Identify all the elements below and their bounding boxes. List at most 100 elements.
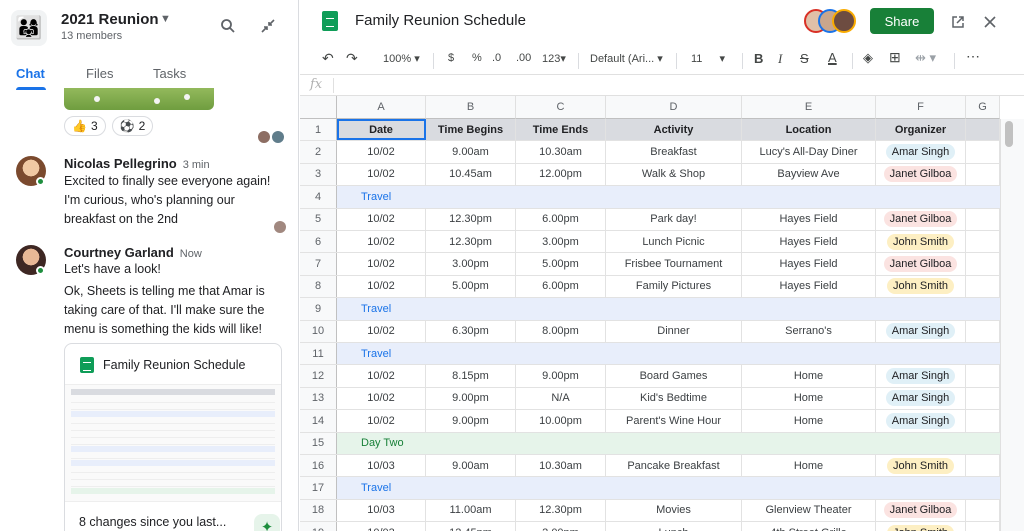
cell[interactable]: 12.30pm xyxy=(426,208,516,230)
reaction-thumbs-up[interactable]: 👍 3 xyxy=(64,116,106,136)
cell[interactable]: 10/02 xyxy=(337,141,426,163)
fill-color-icon[interactable]: ◈ xyxy=(863,50,873,66)
cell[interactable]: 10/02 xyxy=(337,208,426,230)
row-header[interactable]: 5 xyxy=(300,208,337,230)
row-header[interactable]: 2 xyxy=(300,141,337,163)
cell[interactable]: Janet Gilboa xyxy=(876,163,966,186)
cell[interactable]: Amar Singh xyxy=(876,141,966,163)
undo-icon[interactable]: ↶ xyxy=(322,50,334,67)
cell[interactable]: 9.00pm xyxy=(426,410,516,432)
cell[interactable]: Amar Singh xyxy=(876,410,966,432)
reaction-soccer-ball[interactable]: ⚽ 2 xyxy=(111,116,154,136)
collaborator-avatar[interactable] xyxy=(832,9,856,33)
header-cell[interactable]: Date xyxy=(337,119,426,141)
sparkle-icon[interactable]: ✦ xyxy=(254,514,280,531)
cell[interactable]: 10/03 xyxy=(337,522,426,531)
cell[interactable]: Hayes Field xyxy=(742,231,876,253)
cell[interactable] xyxy=(966,410,1000,432)
cell[interactable]: Janet Gilboa xyxy=(876,499,966,522)
cell[interactable]: 10/03 xyxy=(337,499,426,522)
row-header[interactable]: 9 xyxy=(300,298,337,320)
cell[interactable]: John Smith xyxy=(876,275,966,298)
cell[interactable]: 10/03 xyxy=(337,455,426,477)
section-label[interactable]: Day Two xyxy=(361,433,404,454)
row-header[interactable]: 1 xyxy=(300,119,337,141)
strikethrough-icon[interactable]: S xyxy=(800,51,809,66)
font-family-select[interactable]: Default (Ari... ▾ xyxy=(590,52,663,65)
font-size-select[interactable]: 11 ▾ xyxy=(691,52,725,65)
cell[interactable]: Lucy's All-Day Diner xyxy=(742,141,876,163)
spreadsheet-grid[interactable]: A B C D E F G 1 Date Time Begins Time Ends Activity… xyxy=(300,96,1024,531)
row-header[interactable]: 6 xyxy=(300,231,337,253)
currency-button[interactable]: $ xyxy=(448,52,454,64)
cell[interactable]: 6.00pm xyxy=(516,275,606,298)
cell[interactable]: Amar Singh xyxy=(876,320,966,342)
collapse-icon[interactable] xyxy=(256,14,280,38)
cell[interactable]: 9.00am xyxy=(426,141,516,163)
cell[interactable]: John Smith xyxy=(876,231,966,253)
cell[interactable]: Janet Gilboa xyxy=(876,208,966,230)
row-header[interactable]: 11 xyxy=(300,343,337,365)
cell[interactable]: 3.00pm xyxy=(516,231,606,253)
cell[interactable]: Pancake Breakfast xyxy=(606,455,742,477)
cell[interactable]: 10.00pm xyxy=(516,410,606,432)
cell[interactable]: 6.30pm xyxy=(426,320,516,342)
cell[interactable] xyxy=(966,119,1000,141)
cell[interactable]: 3.00pm xyxy=(426,253,516,275)
cell[interactable]: Walk & Shop xyxy=(606,163,742,186)
cell[interactable] xyxy=(966,141,1000,163)
chevron-down-icon[interactable]: ▼ xyxy=(160,13,171,25)
row-header[interactable]: 18 xyxy=(300,499,337,522)
cell[interactable] xyxy=(966,387,1000,410)
cell[interactable]: 10/02 xyxy=(337,253,426,275)
open-in-new-icon[interactable] xyxy=(948,12,968,32)
shared-photo[interactable] xyxy=(64,88,214,110)
cell[interactable]: 12.00pm xyxy=(516,163,606,186)
cell[interactable]: 12.45pm xyxy=(426,522,516,531)
cell[interactable]: Kid's Bedtime xyxy=(606,387,742,410)
cell[interactable]: 10/02 xyxy=(337,410,426,432)
row-header[interactable]: 10 xyxy=(300,320,337,342)
row-header[interactable]: 17 xyxy=(300,477,337,499)
cell[interactable] xyxy=(966,208,1000,230)
cell[interactable]: 10.45am xyxy=(426,163,516,186)
cell[interactable]: John Smith xyxy=(876,455,966,477)
row-header[interactable]: 8 xyxy=(300,275,337,298)
percent-button[interactable]: % xyxy=(472,52,482,64)
document-title[interactable]: Family Reunion Schedule xyxy=(355,12,526,29)
redo-icon[interactable]: ↷ xyxy=(346,50,358,67)
cell[interactable]: 10/02 xyxy=(337,365,426,387)
share-button[interactable]: Share xyxy=(870,8,934,34)
cell[interactable]: 11.00am xyxy=(426,499,516,522)
cell[interactable]: Dinner xyxy=(606,320,742,342)
cell[interactable]: 9.00am xyxy=(426,455,516,477)
decrease-decimal-button[interactable]: .0 xyxy=(492,52,501,64)
cell[interactable] xyxy=(966,320,1000,342)
cell[interactable]: N/A xyxy=(516,387,606,410)
cell[interactable]: 10/02 xyxy=(337,163,426,186)
merge-cells-icon[interactable]: ⇹ ▾ xyxy=(915,50,936,66)
row-header[interactable]: 14 xyxy=(300,410,337,432)
column-header-a[interactable]: A xyxy=(337,96,426,119)
tab-chat[interactable]: Chat xyxy=(16,66,45,81)
group-avatar[interactable]: 👨‍👩‍👧 xyxy=(11,10,47,46)
column-header-g[interactable]: G xyxy=(966,96,1000,119)
cell[interactable]: 12.30pm xyxy=(426,231,516,253)
cell[interactable]: Amar Singh xyxy=(876,387,966,410)
section-label[interactable]: Travel xyxy=(361,186,391,207)
tab-files[interactable]: Files xyxy=(86,66,113,81)
row-header[interactable]: 3 xyxy=(300,163,337,186)
section-label[interactable]: Travel xyxy=(361,343,391,364)
cell[interactable] xyxy=(966,499,1000,522)
cell[interactable]: 8.15pm xyxy=(426,365,516,387)
sheet-preview-card[interactable]: Family Reunion Schedule 8 changes since … xyxy=(64,343,282,531)
row-header[interactable]: 15 xyxy=(300,432,337,454)
cell[interactable]: 10.30am xyxy=(516,455,606,477)
column-header-f[interactable]: F xyxy=(876,96,966,119)
formula-bar[interactable]: fx xyxy=(300,74,1024,96)
column-header-b[interactable]: B xyxy=(426,96,516,119)
more-options-icon[interactable]: ⋯ xyxy=(966,48,980,65)
cell[interactable]: 8.00pm xyxy=(516,320,606,342)
cell[interactable]: 5.00pm xyxy=(516,253,606,275)
number-format-select[interactable]: 123▾ xyxy=(542,52,566,65)
